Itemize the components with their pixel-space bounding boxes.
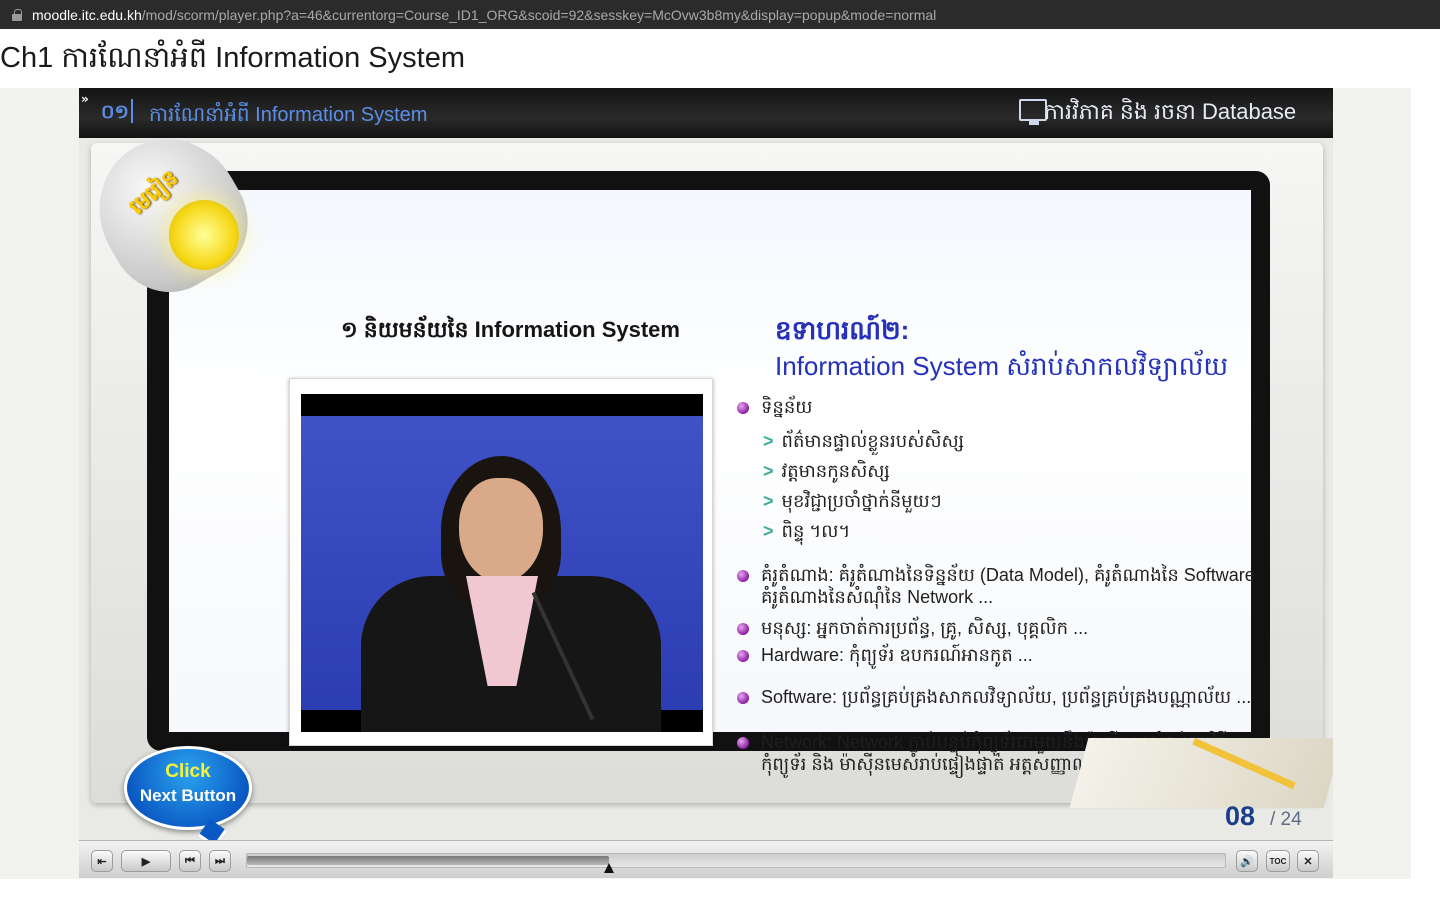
sub-bullet-item: > មុខវិជ្ជាប្រចាំថ្នាក់នីមួយៗ [763,489,942,516]
exit-button[interactable]: ⇤ [91,850,113,872]
bullet-item: ទិន្នន័យ [737,395,812,422]
seek-bar-fill [247,856,609,865]
click-next-line1: Click [165,761,211,782]
sub-bullet-text: មុខវិជ្ជាប្រចាំថ្នាក់នីមួយៗ [781,491,942,511]
section-title: ១ និយមន័យនៃ Information System [341,317,680,342]
bullet-text: មនុស្ស: អ្នកចាត់ការប្រព័ន្ធ, គ្រូ, សិស្ស… [761,618,1089,638]
volume-icon: 🔊 [1240,855,1254,868]
page-title: Ch1 ការណែនាំអំពី Information System [0,42,465,74]
scorm-player: » ០១ ការណែនាំអំពី Information System ការ… [79,88,1333,878]
toc-button[interactable]: TOC [1266,850,1290,872]
bullet-text: ទិន្នន័យ [761,397,813,417]
sub-bullet-item: > ពិន្ទុ ។ល។ [763,519,850,546]
bullet-item: Hardware: កុំព្យូទ័រ ឧបករណ៍អានកូត ... [737,643,1033,670]
presenter-face [459,478,543,582]
sub-bullet-text: វត្តមានកូនសិស្ស [781,461,890,481]
address-bar[interactable]: moodle.itc.edu.kh/mod/scorm/player.php?a… [0,0,1440,29]
course-title: ការវិភាគ និង រចនា Database [1044,99,1297,124]
arrow-icon: > [763,461,774,481]
lock-icon [12,8,22,21]
slide-screen: ១ និយមន័យនៃ Information System ឧទាហរណ៍២:… [169,190,1255,774]
slide-header: » ០១ ការណែនាំអំពី Information System ការ… [79,88,1333,138]
header-divider [131,99,133,123]
play-button[interactable]: ▶ [121,850,171,872]
sub-bullet-text: ពិន្ទុ ។ល។ [781,521,851,541]
bullet-dot-icon [737,623,749,636]
previous-icon: ⏮ [185,854,195,867]
bullet-continuation: គំរូតំណាងនៃសំណុំនៃ Network ... [761,585,993,612]
example-subtitle: Information System សំរាប់សាកលវិទ្យាល័យ [775,351,1229,381]
bullet-item: មនុស្ស: អ្នកចាត់ការប្រព័ន្ធ, គ្រូ, សិស្ស… [737,616,1088,643]
next-icon: ⏭ [215,854,225,867]
bullet-text: គំរូតំណាង: គំរូតំណាងនៃទិន្នន័យ (Data Mod… [761,565,1255,585]
bullet-dot-icon [737,692,749,705]
toc-label: TOC [1269,856,1287,866]
close-button[interactable]: ✕ [1297,850,1319,872]
chapter-number: ០១ [101,102,129,123]
example-title: ឧទាហរណ៍២: [775,315,910,345]
slide-number-current: 08 [1225,801,1256,831]
bullet-continuation: កុំព្យូទ័រ និង ម៉ាស៊ីនមេសំរាប់ផ្ទៀងផ្ទាត… [761,752,1114,779]
next-button[interactable]: ⏭ [209,850,231,872]
seek-bar[interactable] [246,853,1226,873]
close-icon: ✕ [1303,855,1313,868]
url-path: /mod/scorm/player.php?a=46&currentorg=Co… [141,6,937,23]
expand-icon[interactable]: » [81,91,99,107]
video-backdrop [301,416,703,732]
lamp-bulb [169,200,239,270]
lesson-lamp: មេរៀន [79,113,270,313]
lamp-shade [79,113,270,313]
exit-icon: ⇤ [97,855,107,868]
click-next-line2: Next Button [139,786,237,805]
sub-bullet-item: > វត្តមានកូនសិស្ស [763,459,890,486]
previous-button[interactable]: ⏮ [179,850,201,872]
bullet-dot-icon [737,570,749,583]
chapter-title: ការណែនាំអំពី Information System [149,104,428,126]
bullet-dot-icon [737,402,749,415]
bullet-text: Software: ប្រព័ន្ធគ្រប់គ្រងសាកលវិទ្យាល័យ… [761,687,1252,707]
monitor-icon [1019,99,1047,125]
bullet-text: កុំព្យូទ័រ និង ម៉ាស៊ីនមេសំរាប់ផ្ទៀងផ្ទាត… [761,754,1114,774]
player-controls: ⇤ ▶ ⏮ ⏭ 🔊 TOC ✕ [79,840,1333,878]
bullet-dot-icon [737,650,749,663]
url-host: moodle.itc.edu.kh [32,6,142,23]
arrow-icon: > [763,521,774,541]
arrow-icon: > [763,431,774,451]
volume-button[interactable]: 🔊 [1236,850,1258,872]
arrow-icon: > [763,491,774,511]
lecture-video[interactable] [301,394,703,732]
bullet-text: Hardware: កុំព្យូទ័រ ឧបករណ៍អានកូត ... [761,645,1033,665]
sub-bullet-text: ព័ត៌មានផ្ទាល់ខ្លួនរបស់សិស្ស [781,431,964,451]
bullet-item: Software: ប្រព័ន្ធគ្រប់គ្រងសាកលវិទ្យាល័យ… [737,685,1251,712]
bullet-text: គំរូតំណាងនៃសំណុំនៃ Network ... [761,587,994,607]
video-frame [289,378,713,746]
bullet-dot-icon [737,737,749,750]
slide-number-total: / 24 [1270,809,1302,830]
sub-bullet-item: > ព័ត៌មានផ្ទាល់ខ្លួនរបស់សិស្ស [763,429,964,456]
play-icon: ▶ [141,855,151,868]
seek-thumb[interactable] [603,863,614,873]
click-next-hint: Click Next Button [124,746,252,830]
